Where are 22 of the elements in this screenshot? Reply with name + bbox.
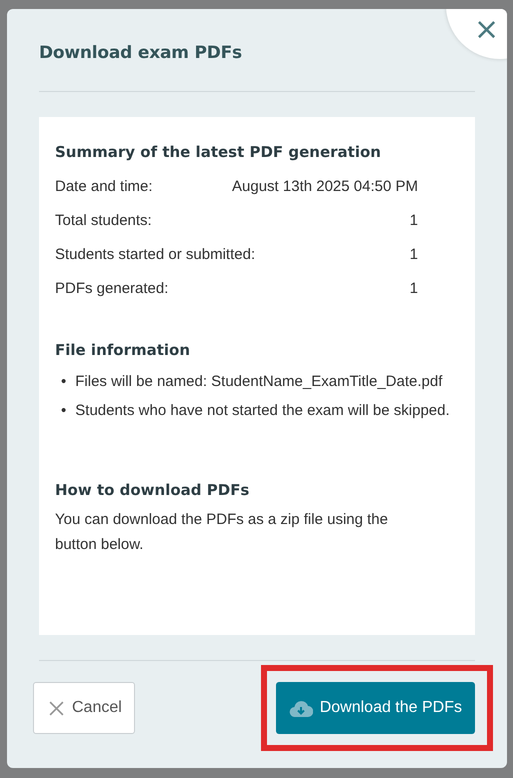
section-heading: Summary of the latest PDF generation — [55, 143, 382, 161]
close-icon — [48, 700, 65, 716]
bullet-item: Students who have not started the exam will be skipped. — [75, 401, 450, 421]
section-heading: File information — [55, 341, 192, 359]
download-button[interactable]: Download the PDFs — [276, 682, 475, 734]
bullet-marker: • — [61, 401, 66, 421]
bullet-item: Files will be named: StudentName_ExamTitle_Date.pdf — [75, 372, 442, 392]
section-heading: How to download PDFs — [55, 481, 250, 499]
dialog-title: Download exam PDFs — [39, 43, 475, 92]
row-value: 1 — [410, 212, 418, 228]
cancel-button[interactable]: Cancel — [33, 682, 135, 734]
row-value: 1 — [410, 280, 418, 296]
bullet-marker: • — [61, 372, 66, 392]
row-label: PDFs generated: — [55, 280, 168, 296]
row-label: Date and time: — [55, 178, 153, 194]
cloud-download-icon — [288, 700, 313, 716]
instruction-text: You can download the PDFs as a zip file using the button below. — [55, 510, 389, 555]
row-label: Students started or submitted: — [55, 246, 256, 262]
close-button[interactable]: × — [446, 9, 507, 59]
row-label: Total students: — [55, 212, 152, 228]
row-value: 1 — [410, 246, 418, 262]
row-value: August 13th 2025 04:50 PM — [232, 178, 418, 194]
